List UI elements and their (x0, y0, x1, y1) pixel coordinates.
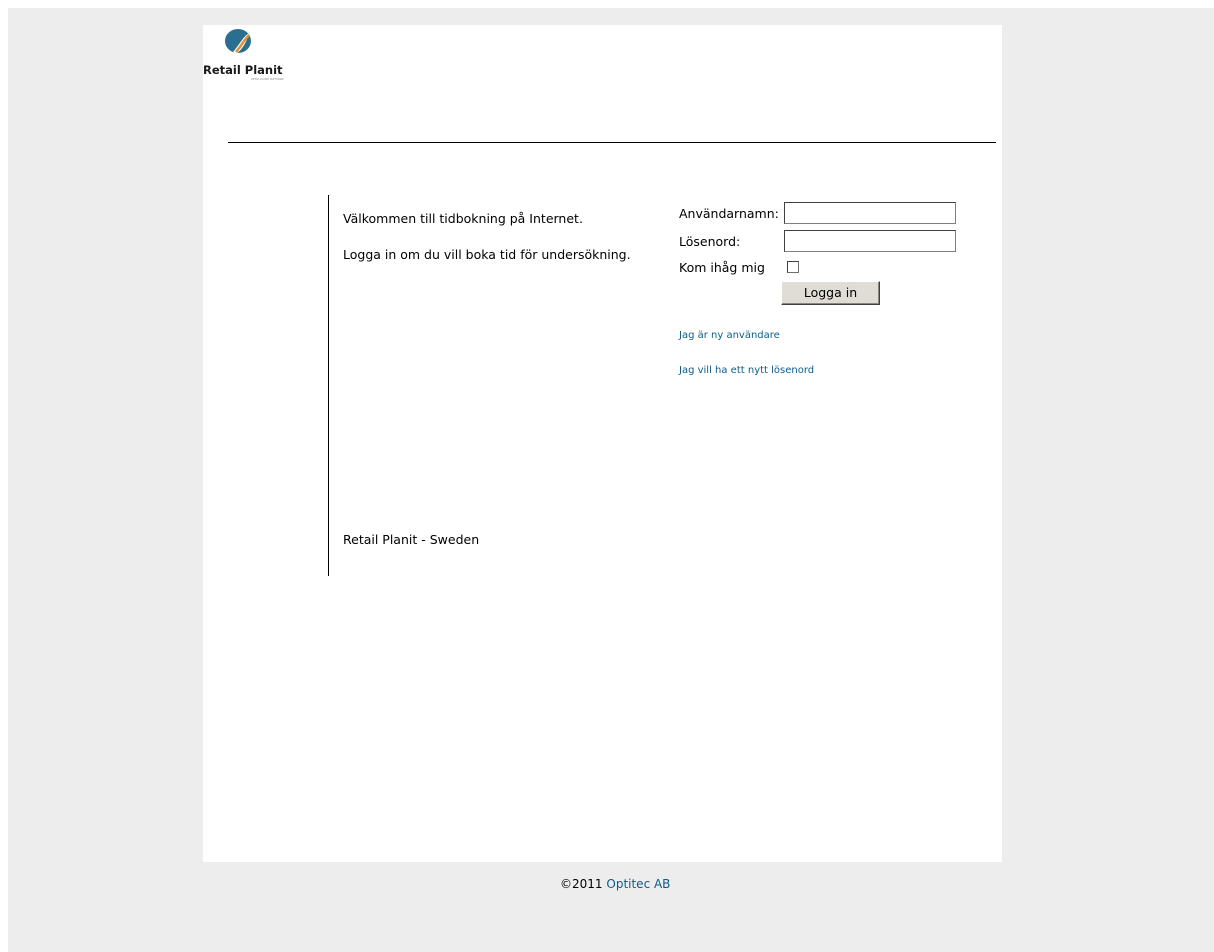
password-label: Lösenord: (679, 234, 741, 249)
location-text: Retail Planit - Sweden (343, 532, 480, 547)
content-panel (203, 25, 1002, 862)
username-field[interactable] (784, 202, 956, 224)
copyright-text: ©2011 (560, 877, 603, 891)
logo-tagline: RETAIL PLANIT SOFTWARE (251, 77, 284, 81)
welcome-text: Välkommen till tidbokning på Internet. (343, 211, 583, 226)
optitec-link[interactable]: Optitec AB (606, 877, 670, 891)
username-label: Användarnamn: (679, 206, 779, 221)
retail-planit-logo[interactable]: Retail Planit RETAIL PLANIT SOFTWARE (203, 25, 303, 85)
vertical-divider (328, 195, 329, 576)
new-user-link[interactable]: Jag är ny användare (679, 330, 780, 341)
login-button[interactable]: Logga in (781, 281, 880, 305)
remember-me-label: Kom ihåg mig (679, 260, 765, 275)
new-password-link[interactable]: Jag vill ha ett nytt lösenord (679, 365, 814, 376)
header-divider (228, 142, 996, 143)
login-prompt-text: Logga in om du vill boka tid för undersö… (343, 247, 631, 262)
logo-globe-icon (225, 29, 251, 54)
password-field[interactable] (784, 230, 956, 252)
logo-wordmark: Retail Planit (203, 63, 283, 77)
remember-me-checkbox[interactable] (787, 261, 799, 273)
